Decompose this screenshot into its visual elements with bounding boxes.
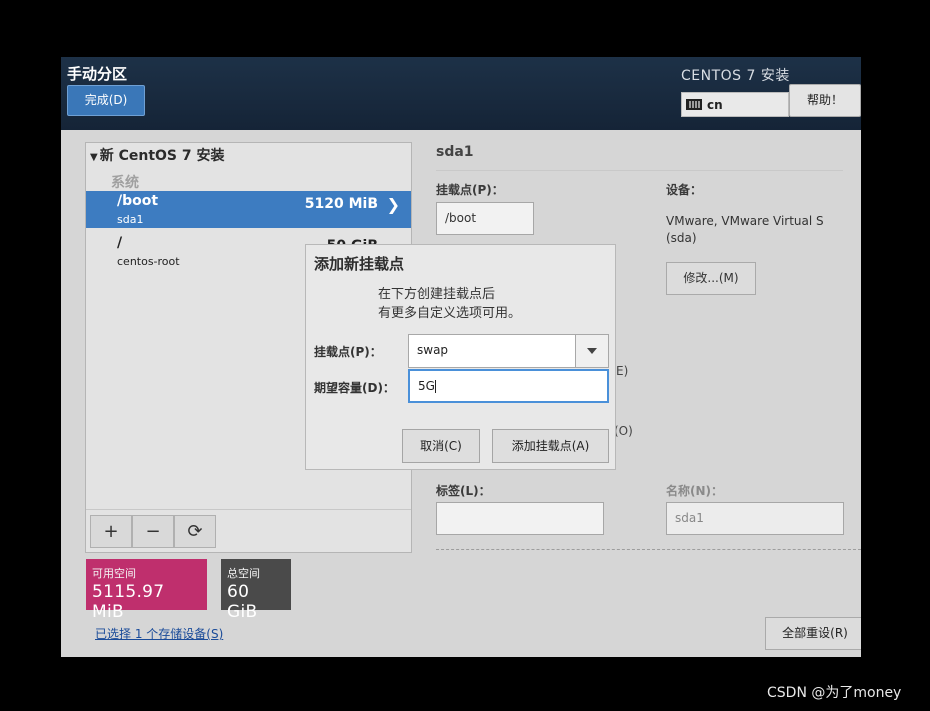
- device-label: 设备：: [666, 183, 703, 197]
- reset-all-button[interactable]: 全部重设(R): [765, 617, 861, 650]
- name-field-label: 名称(N)：: [666, 484, 724, 498]
- expand-triangle-icon: ▼: [90, 152, 98, 163]
- dialog-message: 在下方创建挂载点后 有更多自定义选项可用。: [378, 285, 521, 323]
- product-title: CENTOS 7 安装: [681, 68, 790, 84]
- label-field[interactable]: [436, 502, 604, 535]
- partition-row-boot[interactable]: /boot sda1 5120 MiB ❯: [86, 191, 411, 228]
- chevron-down-icon: [587, 348, 597, 354]
- page-title: 手动分区: [67, 65, 128, 83]
- mount-point-combo[interactable]: swap: [408, 334, 609, 368]
- partition-size: 5120 MiB: [304, 196, 378, 212]
- partial-text-o: (O): [614, 424, 633, 438]
- installation-tree-header[interactable]: ▼ 新 CentOS 7 安装: [90, 145, 224, 165]
- done-button[interactable]: 完成(D): [67, 85, 145, 116]
- partition-device: centos-root: [117, 255, 180, 268]
- device-description: VMware, VMware Virtual S (sda): [666, 214, 824, 245]
- dropdown-button[interactable]: [575, 335, 608, 367]
- desired-capacity-input[interactable]: 5G: [408, 369, 609, 403]
- keyboard-icon: [686, 99, 702, 110]
- available-space-value: 5115.97 MiB: [92, 582, 165, 622]
- total-space-box: 总空间 60 GiB: [221, 559, 291, 622]
- mount-point-label: 挂载点(P)：: [436, 183, 504, 197]
- partition-device: sda1: [117, 213, 144, 226]
- modify-button[interactable]: 修改...(M): [666, 262, 756, 295]
- divider: [436, 170, 843, 171]
- label-field-label: 标签(L)：: [436, 484, 491, 498]
- dialog-mount-point-label: 挂载点(P)：: [314, 345, 382, 359]
- group-label-system: 系统: [111, 175, 139, 191]
- dialog-message-line: 在下方创建挂载点后: [378, 287, 496, 302]
- dashed-divider: [436, 549, 861, 550]
- available-space-label: 可用空间: [92, 567, 136, 580]
- total-space-label: 总空间: [227, 567, 260, 580]
- name-field[interactable]: sda1: [666, 502, 844, 535]
- available-space-box: 可用空间 5115.97 MiB: [86, 559, 207, 622]
- keyboard-layout-indicator[interactable]: cn: [681, 92, 789, 117]
- keyboard-layout-label: cn: [707, 97, 723, 112]
- chevron-right-icon: ❯: [386, 195, 400, 214]
- add-mount-point-dialog: 添加新挂载点 在下方创建挂载点后 有更多自定义选项可用。 挂载点(P)： swa…: [305, 244, 616, 470]
- header-bar: 手动分区 完成(D) CENTOS 7 安装 cn 帮助！: [61, 57, 861, 130]
- add-mount-point-button[interactable]: 添加挂载点(A): [492, 429, 609, 463]
- detail-title: sda1: [436, 144, 474, 160]
- partial-text-e: E): [616, 364, 629, 378]
- add-partition-button[interactable]: +: [90, 515, 132, 548]
- installation-tree-label: 新 CentOS 7 安装: [99, 148, 225, 164]
- help-button[interactable]: 帮助！: [789, 84, 861, 117]
- dialog-message-line: 有更多自定义选项可用。: [378, 306, 522, 321]
- mount-point-value: swap: [417, 343, 449, 357]
- partition-mount: /boot: [117, 193, 159, 209]
- desired-capacity-label: 期望容量(D)：: [314, 381, 395, 395]
- refresh-icon[interactable]: ⟳: [174, 515, 216, 548]
- partition-toolbar: + − ⟳: [86, 509, 411, 552]
- cancel-button[interactable]: 取消(C): [402, 429, 480, 463]
- mount-point-field[interactable]: /boot: [436, 202, 534, 235]
- total-space-value: 60 GiB: [227, 582, 258, 622]
- dialog-title: 添加新挂载点: [314, 255, 405, 273]
- partition-mount: /: [117, 235, 123, 251]
- selected-storage-link[interactable]: 已选择 1 个存储设备(S): [95, 625, 223, 642]
- remove-partition-button[interactable]: −: [132, 515, 174, 548]
- watermark: CSDN @为了money: [767, 685, 902, 701]
